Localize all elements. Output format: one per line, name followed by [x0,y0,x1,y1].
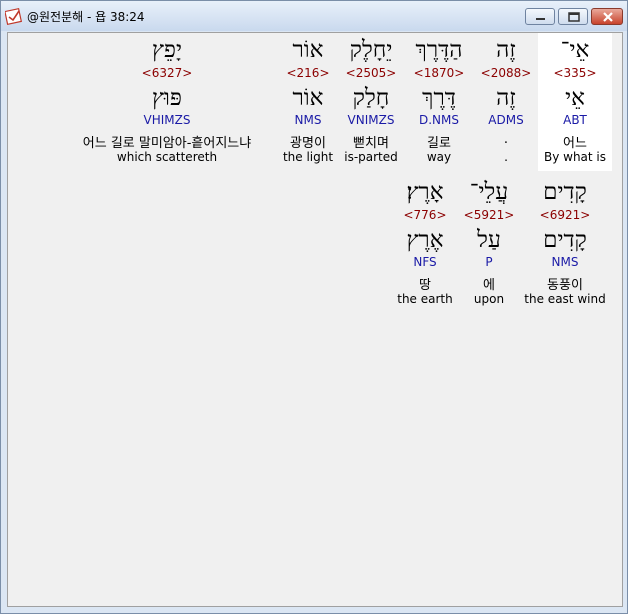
morphology-code: NMS [551,255,579,269]
hebrew-word: זֶה [496,37,516,63]
korean-gloss: 땅 [419,278,431,293]
hebrew-word: יָפֵץ [151,37,183,63]
morphology-code: VHIMZS [143,113,191,127]
hebrew-word: אוֹר [292,37,324,63]
korean-gloss: 길로 [427,136,451,151]
english-gloss: By what is [543,150,607,164]
korean-gloss: 동풍이 [547,278,583,293]
korean-gloss: 어느 길로 말미암아-흩어지느냐 [82,136,252,151]
strong-number[interactable]: <6921> [524,208,606,222]
maximize-icon [568,12,580,22]
app-window: @원전분해 - 욥 38:24 אֵי־ <335> אֵי ABT 어느 By… [0,0,628,614]
minimize-button[interactable] [525,8,555,25]
hebrew-root: אוֹר [292,85,324,111]
strong-number[interactable]: <335> [538,66,612,80]
morphology-code: D.NMS [418,113,459,127]
app-icon [4,7,23,26]
strong-number[interactable]: <216> [280,66,336,80]
window-title: @원전분해 - 욥 38:24 [27,10,145,24]
hebrew-root: עַל [477,227,501,253]
title-bar[interactable]: @원전분해 - 욥 38:24 [1,1,627,31]
hebrew-root: אֵי [565,85,585,111]
hebrew-word: קָדִים [543,179,587,205]
morphology-code: ADMS [488,113,524,127]
korean-gloss: 어느 [563,136,587,151]
strong-number[interactable]: <2088> [474,66,538,80]
hebrew-root: אֶרֶץ [406,227,444,253]
english-gloss: which scattereth [116,150,218,164]
korean-gloss: 에 [483,278,495,293]
english-gloss: is-parted [344,150,398,164]
english-gloss: the light [282,150,334,164]
english-gloss: upon [473,292,505,306]
hebrew-root: דֶּרֶךְ [422,85,456,111]
hebrew-word: יֵחָלֶק [349,37,393,63]
korean-gloss: . [503,132,509,147]
strong-number[interactable]: <2505> [338,66,404,80]
morphology-code: VNIMZS [347,113,395,127]
close-button[interactable] [591,8,623,25]
korean-gloss: 뻗치며 [353,136,389,151]
minimize-icon [536,18,545,20]
strong-number[interactable]: <776> [394,208,456,222]
maximize-button[interactable] [558,8,588,25]
morphology-code: ABT [563,113,587,127]
english-gloss: the east wind [524,292,606,306]
hebrew-root: חָלַק [352,85,390,111]
hebrew-word: אֵי־ [560,37,590,63]
morphology-code: P [485,255,493,269]
hebrew-root: זֶה [496,85,516,111]
english-gloss: . [504,150,508,164]
hebrew-root: פּוּץ [152,85,182,111]
morphology-code: NFS [413,255,437,269]
analysis-pane: אֵי־ <335> אֵי ABT 어느 By what is זֶה <20… [7,32,623,607]
strong-number[interactable]: <1870> [406,66,472,80]
strong-number[interactable]: <6327> [60,66,274,80]
hebrew-word: הַדֶּרֶךְ [415,37,463,63]
hebrew-word: עֲלֵי־ [469,179,509,205]
hebrew-root: קָדִים [543,227,587,253]
english-gloss: way [426,150,452,164]
english-gloss: the earth [397,292,453,306]
hebrew-word: אָרֶץ׃ [406,179,444,205]
morphology-code: NMS [294,113,322,127]
close-icon [603,12,613,22]
korean-gloss: 광명이 [290,136,326,151]
strong-number[interactable]: <5921> [462,208,516,222]
